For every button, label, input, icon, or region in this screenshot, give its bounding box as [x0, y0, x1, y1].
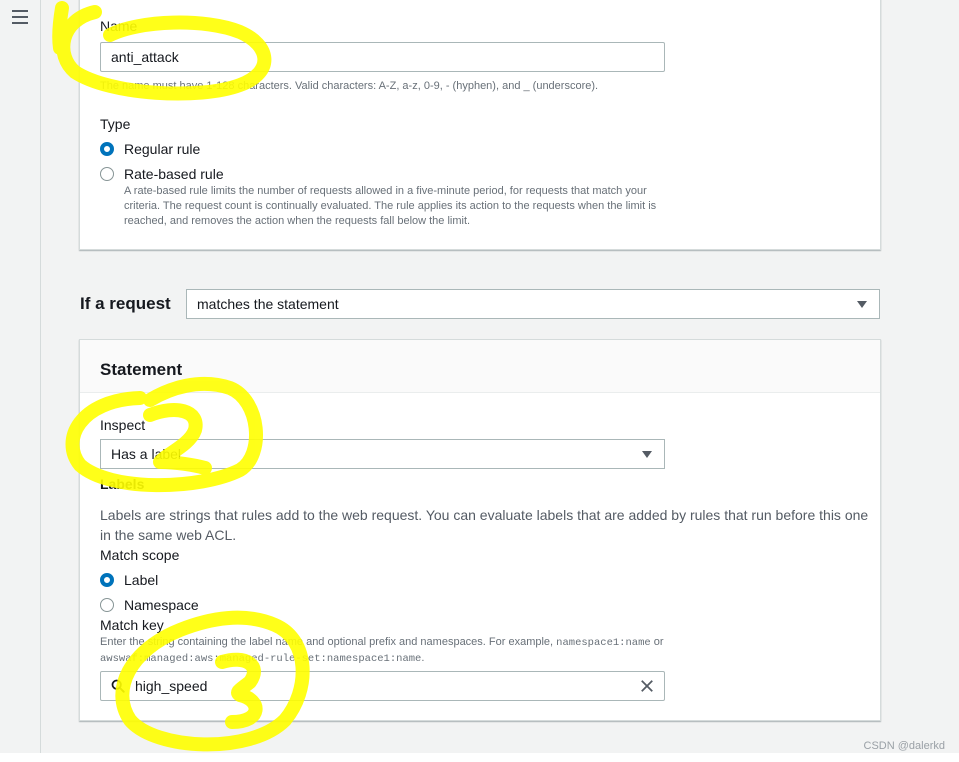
- search-icon: [111, 679, 125, 693]
- match-key-hint-or: or: [653, 636, 664, 648]
- radio-label-scope[interactable]: Label: [100, 572, 158, 588]
- caret-down-icon: [857, 301, 867, 308]
- inspect-select-value: Has a label: [111, 446, 182, 462]
- radio-button-selected[interactable]: [100, 142, 114, 156]
- match-key-label: Match key: [100, 617, 164, 633]
- match-key-hint: Enter the string containing the label na…: [100, 635, 800, 667]
- inspect-select[interactable]: Has a label: [100, 439, 665, 469]
- radio-label-namespace: Namespace: [124, 597, 199, 613]
- name-hint: The name must have 1-128 characters. Val…: [100, 80, 599, 92]
- labels-heading: Labels: [100, 476, 145, 492]
- radio-label-regular-rule: Regular rule: [124, 141, 201, 157]
- match-key-example-1: namespace1:name: [556, 637, 651, 649]
- radio-label-label: Label: [124, 572, 159, 588]
- radio-regular-rule[interactable]: Regular rule: [100, 141, 200, 157]
- caret-down-icon: [642, 451, 652, 458]
- labels-description: Labels are strings that rules add to the…: [100, 507, 869, 543]
- radio-namespace-scope[interactable]: Namespace: [100, 597, 199, 613]
- radio-label-rate-based-rule: Rate-based rule: [124, 166, 224, 182]
- statement-title: Statement: [100, 360, 183, 379]
- match-scope-label: Match scope: [100, 547, 180, 563]
- radio-rate-based-rule[interactable]: Rate-based rule: [100, 166, 224, 182]
- watermark: CSDN @dalerkd: [863, 740, 945, 752]
- match-key-hint-suffix: .: [421, 652, 425, 664]
- menu-icon[interactable]: [12, 10, 28, 24]
- condition-select[interactable]: matches the statement: [186, 289, 880, 319]
- match-key-example-2: awswaf:managed:aws:managed-rule-set:name…: [100, 653, 422, 665]
- name-label: Name: [100, 18, 138, 34]
- rate-based-rule-description: A rate-based rule limits the number of r…: [124, 185, 657, 227]
- footer-strip: [0, 753, 959, 762]
- statement-header: Statement: [80, 340, 880, 393]
- type-label: Type: [100, 116, 131, 132]
- match-key-value: high_speed: [135, 678, 208, 694]
- condition-select-value: matches the statement: [197, 296, 339, 312]
- condition-label: If a request: [80, 294, 171, 313]
- name-input[interactable]: anti_attack: [100, 42, 665, 72]
- side-navigation: [0, 0, 41, 753]
- close-icon[interactable]: [640, 679, 654, 693]
- radio-button[interactable]: [100, 598, 114, 612]
- inspect-label: Inspect: [100, 417, 146, 433]
- radio-button-selected[interactable]: [100, 573, 114, 587]
- annotation-number-1: [52, 1, 69, 55]
- match-key-hint-prefix: Enter the string containing the label na…: [100, 636, 554, 648]
- radio-button[interactable]: [100, 167, 114, 181]
- match-key-input[interactable]: high_speed: [100, 671, 665, 701]
